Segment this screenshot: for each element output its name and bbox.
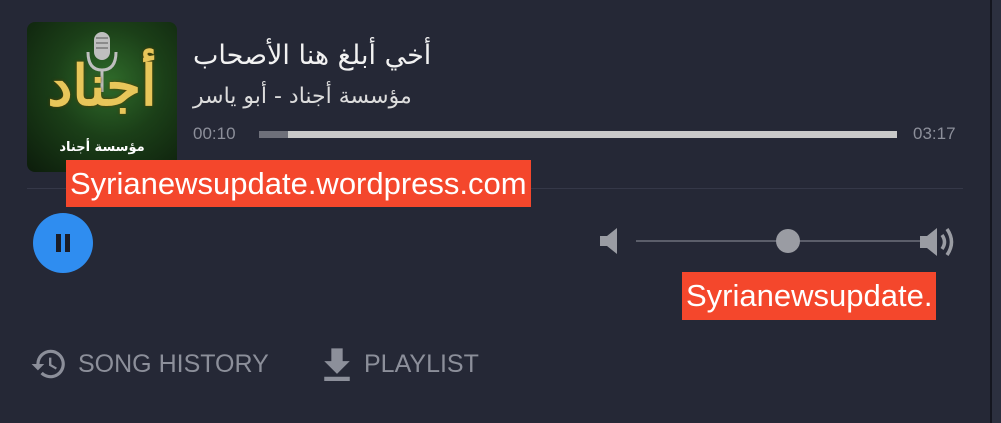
pause-icon bbox=[56, 234, 70, 252]
track-artist: مؤسسة أجناد - أبو ياسر bbox=[193, 84, 412, 109]
playlist-label: PLAYLIST bbox=[364, 349, 479, 378]
total-time: 03:17 bbox=[913, 124, 956, 143]
album-art: أجناد مؤسسة أجناد bbox=[27, 22, 177, 172]
volume-high-icon[interactable] bbox=[918, 224, 960, 260]
progress-fill bbox=[259, 131, 288, 138]
watermark-top: Syrianewsupdate.wordpress.com bbox=[66, 160, 531, 207]
playlist-button[interactable]: PLAYLIST bbox=[320, 344, 479, 384]
album-logo-subtitle: مؤسسة أجناد bbox=[59, 140, 145, 155]
song-history-label: SONG HISTORY bbox=[78, 349, 269, 378]
elapsed-time: 00:10 bbox=[193, 124, 236, 143]
volume-knob[interactable] bbox=[776, 229, 800, 253]
pause-button[interactable] bbox=[33, 213, 93, 273]
progress-bar[interactable] bbox=[259, 131, 897, 138]
history-icon bbox=[31, 349, 65, 379]
right-edge-strip bbox=[992, 0, 1001, 423]
watermark-bottom: Syrianewsupdate. bbox=[682, 272, 937, 320]
album-logo-text: أجناد bbox=[47, 53, 157, 119]
volume-low-icon[interactable] bbox=[598, 227, 622, 255]
track-title: أخي أبلغ هنا الأصحاب bbox=[193, 40, 432, 71]
download-icon bbox=[324, 348, 350, 381]
song-history-button[interactable]: SONG HISTORY bbox=[30, 344, 269, 384]
player-panel: أجناد مؤسسة أجناد أخي أبلغ هنا الأصحاب م… bbox=[0, 0, 992, 423]
